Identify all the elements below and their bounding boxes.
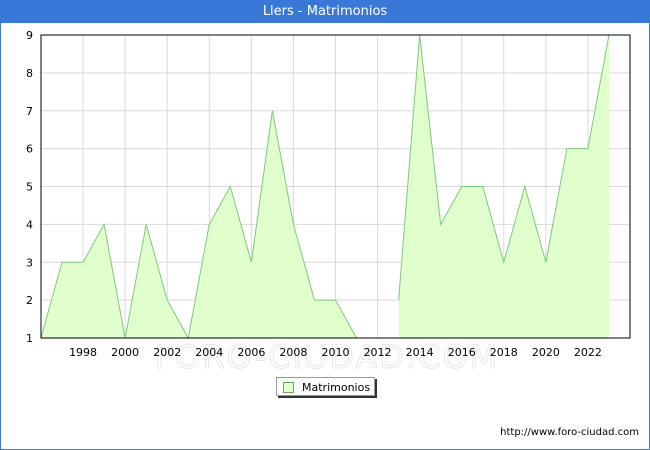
y-tick-label: 9 bbox=[26, 29, 33, 42]
x-tick-label: 2004 bbox=[195, 346, 223, 359]
y-tick-label: 4 bbox=[26, 218, 33, 231]
x-tick-label: 2000 bbox=[111, 346, 139, 359]
y-tick-label: 1 bbox=[26, 332, 33, 345]
x-tick-label: 1998 bbox=[69, 346, 97, 359]
y-tick-label: 7 bbox=[26, 105, 33, 118]
legend-label: Matrimonios bbox=[302, 381, 371, 394]
y-tick-label: 3 bbox=[26, 256, 33, 269]
x-tick-label: 2008 bbox=[279, 346, 307, 359]
source-link[interactable]: http://www.foro-ciudad.com bbox=[500, 427, 639, 438]
legend-swatch bbox=[283, 382, 294, 393]
x-tick-label: 2014 bbox=[406, 346, 434, 359]
x-tick-label: 2022 bbox=[574, 346, 602, 359]
y-tick-label: 6 bbox=[26, 143, 33, 156]
chart-window: Llers - Matrimonios FORO-CIUDAD.COM 1234… bbox=[0, 0, 650, 450]
x-tick-label: 2006 bbox=[237, 346, 265, 359]
x-tick-label: 2002 bbox=[153, 346, 181, 359]
y-tick-label: 8 bbox=[26, 67, 33, 80]
y-tick-label: 5 bbox=[26, 181, 33, 194]
x-tick-label: 2016 bbox=[448, 346, 476, 359]
x-tick-label: 2018 bbox=[490, 346, 518, 359]
x-tick-label: 2020 bbox=[532, 346, 560, 359]
y-tick-label: 2 bbox=[26, 294, 33, 307]
x-tick-label: 2012 bbox=[364, 346, 392, 359]
x-tick-label: 2010 bbox=[322, 346, 350, 359]
legend: Matrimonios bbox=[276, 377, 375, 396]
